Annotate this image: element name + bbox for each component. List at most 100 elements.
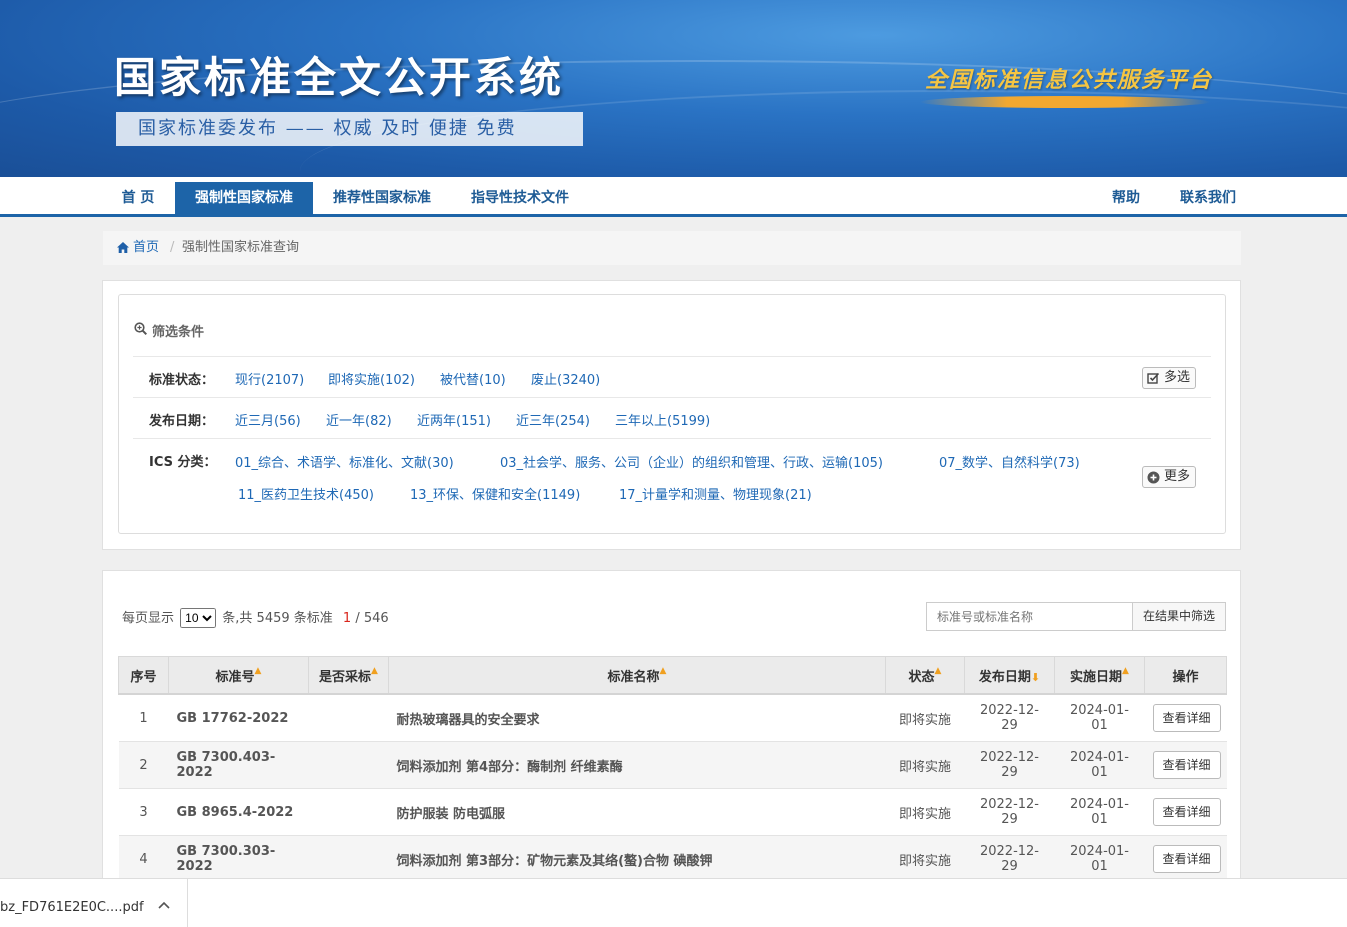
status-filter-label: 标准状态： [149, 373, 215, 388]
sort-icon: ▲ [934, 665, 942, 676]
zoom-search-icon [134, 322, 147, 335]
status-cell: 即将实施 [885, 835, 965, 883]
ics-option-11[interactable]: 11_医药卫生技术(450) [238, 484, 374, 503]
nav-help[interactable]: 帮助 [1100, 182, 1152, 214]
sort-icon: ▲ [659, 665, 667, 676]
date-option-3months[interactable]: 近三月(56) [235, 410, 301, 429]
row-index: 4 [118, 835, 169, 883]
col-action: 操作 [1144, 656, 1227, 695]
impl-date-cell: 2024-01-01 [1054, 694, 1145, 742]
ics-option-17[interactable]: 17_计量学和测量、物理现象(21) [619, 484, 812, 503]
breadcrumb-current: 强制性国家标准查询 [182, 240, 300, 255]
checkbox-edit-icon [1147, 372, 1160, 384]
download-file-name: bz_FD761E2E0C....pdf [0, 900, 144, 915]
divider [133, 397, 1211, 398]
row-index: 3 [118, 788, 169, 836]
current-page: 1 [342, 611, 352, 626]
date-option-3years[interactable]: 近三年(254) [516, 410, 590, 429]
status-cell: 即将实施 [885, 788, 965, 836]
results-panel: 每页显示 10 条,共 5459 条标准 1 / 546 在结果中筛选 序号 标… [102, 570, 1241, 890]
filter-panel: 筛选条件 标准状态： 现行(2107) 即将实施(102) 被代替(10) 废止… [102, 280, 1241, 550]
view-detail-button[interactable]: 查看详细 [1152, 751, 1221, 779]
row-index: 2 [118, 741, 169, 789]
view-detail-button[interactable]: 查看详细 [1152, 798, 1221, 826]
date-option-over3years[interactable]: 三年以上(5199) [615, 410, 710, 429]
action-cell: 查看详细 [1144, 694, 1227, 742]
row-index: 1 [118, 694, 169, 742]
impl-date-cell: 2024-01-01 [1054, 741, 1145, 789]
col-impl-date[interactable]: 实施日期▲ [1054, 656, 1145, 695]
col-pub-date[interactable]: 发布日期⬇ [964, 656, 1055, 695]
nav-mandatory-standards[interactable]: 强制性国家标准 [175, 182, 313, 214]
chevron-up-icon[interactable] [158, 901, 170, 909]
search-input[interactable] [926, 602, 1133, 631]
standard-code-link[interactable]: GB 7300.403-2022 [168, 741, 309, 789]
site-banner: 国家标准全文公开系统 国家标准委发布 —— 权威 及时 便捷 免费 全国标准信息… [0, 0, 1347, 177]
sort-icon: ▲ [1122, 665, 1129, 676]
download-shelf: bz_FD761E2E0C....pdf [0, 878, 1347, 927]
ics-option-03[interactable]: 03_社会学、服务、公司（企业）的组织和管理、行政、运输(105) [500, 452, 883, 471]
standard-code-link[interactable]: GB 17762-2022 [168, 694, 309, 742]
standard-name[interactable]: 饲料添加剂 第3部分：矿物元素及其络(螯)合物 碘酸钾 [388, 835, 886, 883]
col-status[interactable]: 状态▲ [885, 656, 965, 695]
table-row: 1 GB 17762-2022 耐热玻璃器具的安全要求 即将实施 2022-12… [118, 694, 1227, 742]
adopted-cell [308, 788, 389, 836]
standard-name[interactable]: 防护服装 防电弧服 [388, 788, 886, 836]
col-code[interactable]: 标准号▲ [168, 656, 309, 695]
per-page-select[interactable]: 10 [180, 608, 217, 628]
standard-name[interactable]: 耐热玻璃器具的安全要求 [388, 694, 886, 742]
standard-name[interactable]: 饲料添加剂 第4部分：酶制剂 纤维素酶 [388, 741, 886, 789]
impl-date-cell: 2024-01-01 [1054, 788, 1145, 836]
nav-home[interactable]: 首 页 [106, 182, 170, 214]
nav-contact[interactable]: 联系我们 [1170, 182, 1246, 214]
standard-code-link[interactable]: GB 8965.4-2022 [168, 788, 309, 836]
standard-code-link[interactable]: GB 7300.303-2022 [168, 835, 309, 883]
ics-option-01[interactable]: 01_综合、术语学、标准化、文献(30) [235, 452, 454, 471]
status-option-upcoming[interactable]: 即将实施(102) [328, 369, 415, 388]
pub-date-cell: 2022-12-29 [964, 788, 1055, 836]
adopted-cell [308, 694, 389, 742]
filter-inner: 筛选条件 标准状态： 现行(2107) 即将实施(102) 被代替(10) 废止… [118, 294, 1226, 534]
status-option-abolished[interactable]: 废止(3240) [531, 369, 600, 388]
ics-option-13[interactable]: 13_环保、保健和安全(1149) [410, 484, 580, 503]
action-cell: 查看详细 [1144, 835, 1227, 883]
view-detail-button[interactable]: 查看详细 [1152, 704, 1221, 732]
pub-date-cell: 2022-12-29 [964, 741, 1055, 789]
status-option-replaced[interactable]: 被代替(10) [440, 369, 506, 388]
date-option-1year[interactable]: 近一年(82) [326, 410, 392, 429]
pagination-info: 每页显示 10 条,共 5459 条标准 1 / 546 [122, 607, 389, 628]
nav-guidance-documents[interactable]: 指导性技术文件 [460, 182, 580, 214]
home-icon [117, 242, 129, 253]
col-adopted[interactable]: 是否采标▲ [308, 656, 389, 695]
main-nav: 首 页 强制性国家标准 推荐性国家标准 指导性技术文件 帮助 联系我们 [0, 177, 1347, 217]
status-option-current[interactable]: 现行(2107) [235, 369, 304, 388]
divider [133, 356, 1211, 357]
multi-select-button[interactable]: 多选 [1142, 367, 1196, 389]
table-row: 4 GB 7300.303-2022 饲料添加剂 第3部分：矿物元素及其络(螯)… [118, 835, 1227, 883]
status-cell: 即将实施 [885, 694, 965, 742]
col-name[interactable]: 标准名称▲ [388, 656, 886, 695]
breadcrumb-separator: / [170, 240, 175, 255]
adopted-cell [308, 741, 389, 789]
view-detail-button[interactable]: 查看详细 [1152, 845, 1221, 873]
col-index: 序号 [118, 656, 169, 695]
sort-desc-icon: ⬇ [1030, 670, 1041, 684]
breadcrumb: 首页 / 强制性国家标准查询 [103, 231, 1241, 265]
breadcrumb-home-link[interactable]: 首页 [133, 231, 159, 265]
ics-option-07[interactable]: 07_数学、自然科学(73) [939, 452, 1080, 471]
site-subtitle: 国家标准委发布 —— 权威 及时 便捷 免费 [116, 112, 583, 146]
impl-date-cell: 2024-01-01 [1054, 835, 1145, 883]
more-button[interactable]: 更多 [1142, 466, 1196, 488]
download-item[interactable]: bz_FD761E2E0C....pdf [0, 879, 188, 927]
plus-circle-icon [1147, 471, 1160, 484]
date-option-2years[interactable]: 近两年(151) [417, 410, 491, 429]
sort-icon: ▲ [371, 665, 378, 676]
divider [133, 438, 1211, 439]
nav-recommended-standards[interactable]: 推荐性国家标准 [322, 182, 442, 214]
filter-results-button[interactable]: 在结果中筛选 [1132, 602, 1226, 631]
table-row: 3 GB 8965.4-2022 防护服装 防电弧服 即将实施 2022-12-… [118, 788, 1227, 836]
action-cell: 查看详细 [1144, 741, 1227, 789]
date-filter-label: 发布日期： [149, 414, 215, 429]
pub-date-cell: 2022-12-29 [964, 835, 1055, 883]
action-cell: 查看详细 [1144, 788, 1227, 836]
